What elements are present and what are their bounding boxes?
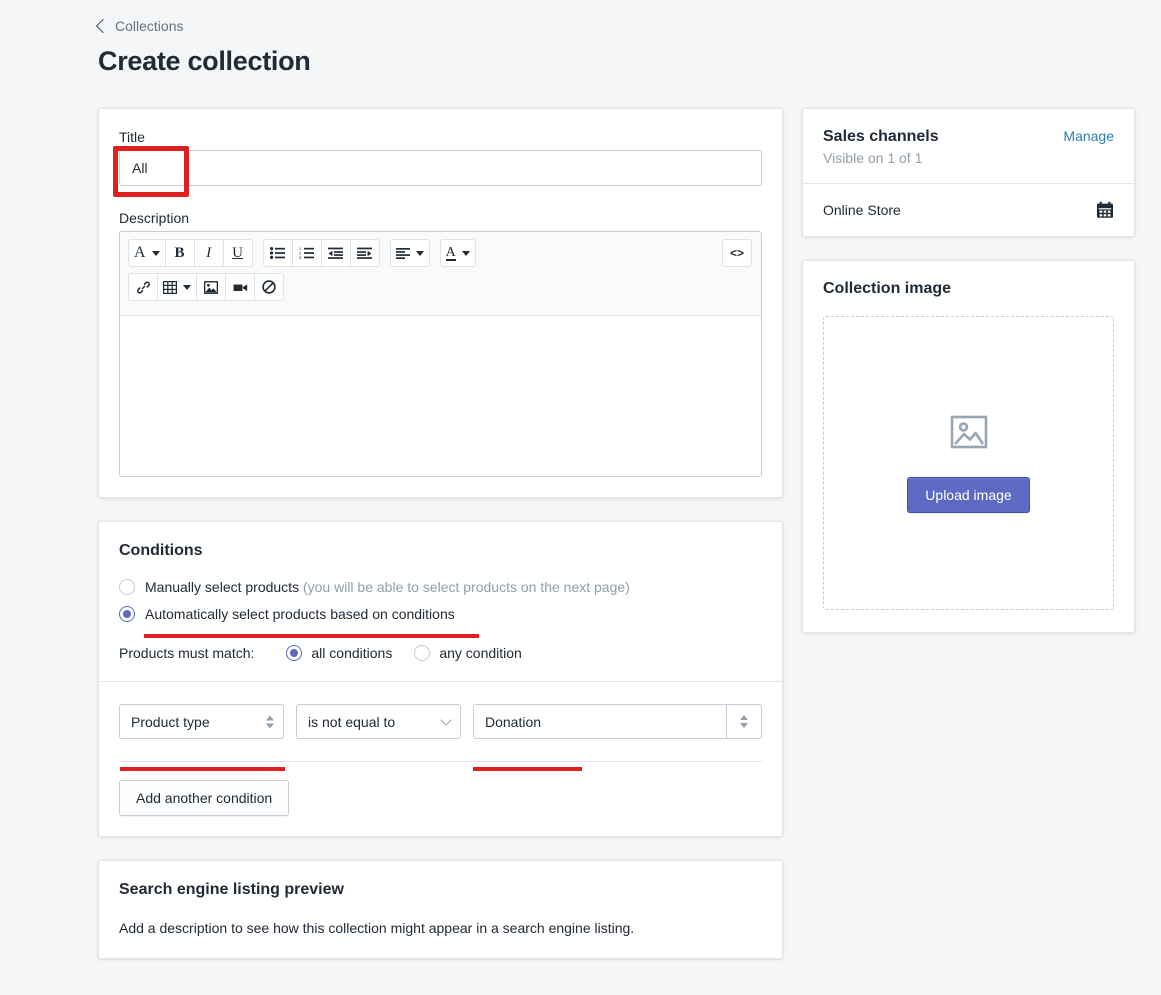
radio-manual-label: Manually select products <box>145 579 300 595</box>
radio-any-condition[interactable] <box>414 645 431 661</box>
bulleted-list-icon[interactable] <box>262 239 293 267</box>
add-another-condition-button[interactable]: Add another condition <box>119 780 290 816</box>
products-must-match-row: Products must match: all conditions any … <box>119 645 762 661</box>
manage-sales-channels-link[interactable]: Manage <box>1063 128 1114 144</box>
description-field-label: Description <box>119 210 190 226</box>
show-html-icon[interactable]: <> <box>722 239 752 267</box>
main-column: Title Description A B <box>98 108 783 982</box>
condition-mode-manual[interactable]: Manually select products (you will be ab… <box>119 579 762 595</box>
align-group <box>389 239 430 267</box>
insert-table-icon[interactable] <box>157 273 197 301</box>
match-option-any-label: any condition <box>439 645 522 661</box>
seo-title: Search engine listing preview <box>119 881 344 898</box>
sales-channels-header: Sales channels Visible on 1 of 1 Manage <box>803 109 1134 183</box>
svg-text:3: 3 <box>299 255 302 259</box>
add-condition-wrap: Add another condition <box>99 762 782 836</box>
match-option-all[interactable]: all conditions <box>286 645 392 661</box>
conditions-title: Conditions <box>119 542 203 559</box>
calendar-icon <box>1096 201 1114 219</box>
collection-image-dropzone[interactable]: Upload image <box>823 316 1114 610</box>
select-arrows-icon <box>266 715 274 728</box>
radio-automatic[interactable] <box>119 606 135 622</box>
condition-mode-automatic[interactable]: Automatically select products based on c… <box>119 606 762 622</box>
text-style-group: A B I U <box>128 239 253 267</box>
description-editor: A B I U 1 2 3 A <> <box>119 231 762 477</box>
sales-channel-online-store[interactable]: Online Store <box>803 184 1134 236</box>
sales-channels-title: Sales channels <box>823 128 939 145</box>
collection-image-title: Collection image <box>823 280 952 297</box>
title-field-label: Title <box>119 129 145 145</box>
match-option-any[interactable]: any condition <box>414 645 522 661</box>
collection-image-card: Collection image Upload image <box>802 260 1135 633</box>
match-option-all-label: all conditions <box>311 645 393 661</box>
condition-field-select[interactable]: Product type <box>119 704 284 739</box>
clear-formatting-icon[interactable] <box>254 273 284 301</box>
conditions-card: Conditions Manually select products (you… <box>98 521 783 837</box>
editor-toolbar: A B I U 1 2 3 A <> <box>120 232 761 316</box>
condition-operator-value: is not equal to <box>308 713 396 730</box>
description-textarea[interactable] <box>120 316 761 476</box>
list-indent-group: 1 2 3 <box>262 239 380 267</box>
sales-channels-card: Sales channels Visible on 1 of 1 Manage … <box>802 108 1135 237</box>
products-must-match-label: Products must match: <box>119 645 255 661</box>
editor-toolbar-row-1: A B I U 1 2 3 A <box>128 239 753 267</box>
radio-automatic-label: Automatically select products based on c… <box>145 606 455 622</box>
radio-manual-hint: (you will be able to select products on … <box>299 579 630 595</box>
page-title: Create collection <box>98 46 311 76</box>
chevron-down-icon <box>440 714 452 726</box>
image-placeholder-icon <box>950 413 988 451</box>
bold-icon[interactable]: B <box>164 239 195 267</box>
numbered-list-icon[interactable]: 1 2 3 <box>291 239 322 267</box>
condition-value-stepper[interactable] <box>726 704 762 739</box>
sales-channel-label: Online Store <box>823 202 901 218</box>
font-style-icon[interactable]: A <box>128 239 166 267</box>
radio-all-conditions[interactable] <box>286 645 303 661</box>
italic-icon[interactable]: I <box>193 239 224 267</box>
condition-value-input[interactable] <box>473 704 726 739</box>
text-color-group: A <box>439 239 476 267</box>
breadcrumb-label: Collections <box>115 18 184 34</box>
seo-body: Add a description to see how this collec… <box>119 920 635 936</box>
align-icon[interactable] <box>389 239 430 267</box>
condition-row: Product type is not equal to <box>99 682 782 739</box>
condition-value-wrap <box>473 704 762 739</box>
text-color-icon[interactable]: A <box>439 239 476 267</box>
upload-image-button[interactable]: Upload image <box>907 477 1030 513</box>
condition-field-value: Product type <box>131 713 210 730</box>
sales-channels-subtitle: Visible on 1 of 1 <box>823 150 923 166</box>
seo-card: Search engine listing preview Add a desc… <box>98 860 783 959</box>
indent-icon[interactable] <box>349 239 380 267</box>
insert-link-icon[interactable] <box>128 273 158 301</box>
insert-group <box>128 273 284 301</box>
editor-toolbar-row-2 <box>128 273 753 301</box>
condition-operator-select[interactable]: is not equal to <box>296 704 461 739</box>
outdent-icon[interactable] <box>320 239 351 267</box>
title-description-card: Title Description A B <box>98 108 783 498</box>
side-column: Sales channels Visible on 1 of 1 Manage … <box>802 108 1135 656</box>
breadcrumb-collections[interactable]: Collections <box>95 18 184 34</box>
chevron-left-icon <box>95 18 111 34</box>
radio-manual[interactable] <box>119 579 135 595</box>
underline-icon[interactable]: U <box>222 239 253 267</box>
insert-image-icon[interactable] <box>196 273 226 301</box>
insert-video-icon[interactable] <box>225 273 255 301</box>
title-input[interactable] <box>119 150 762 186</box>
